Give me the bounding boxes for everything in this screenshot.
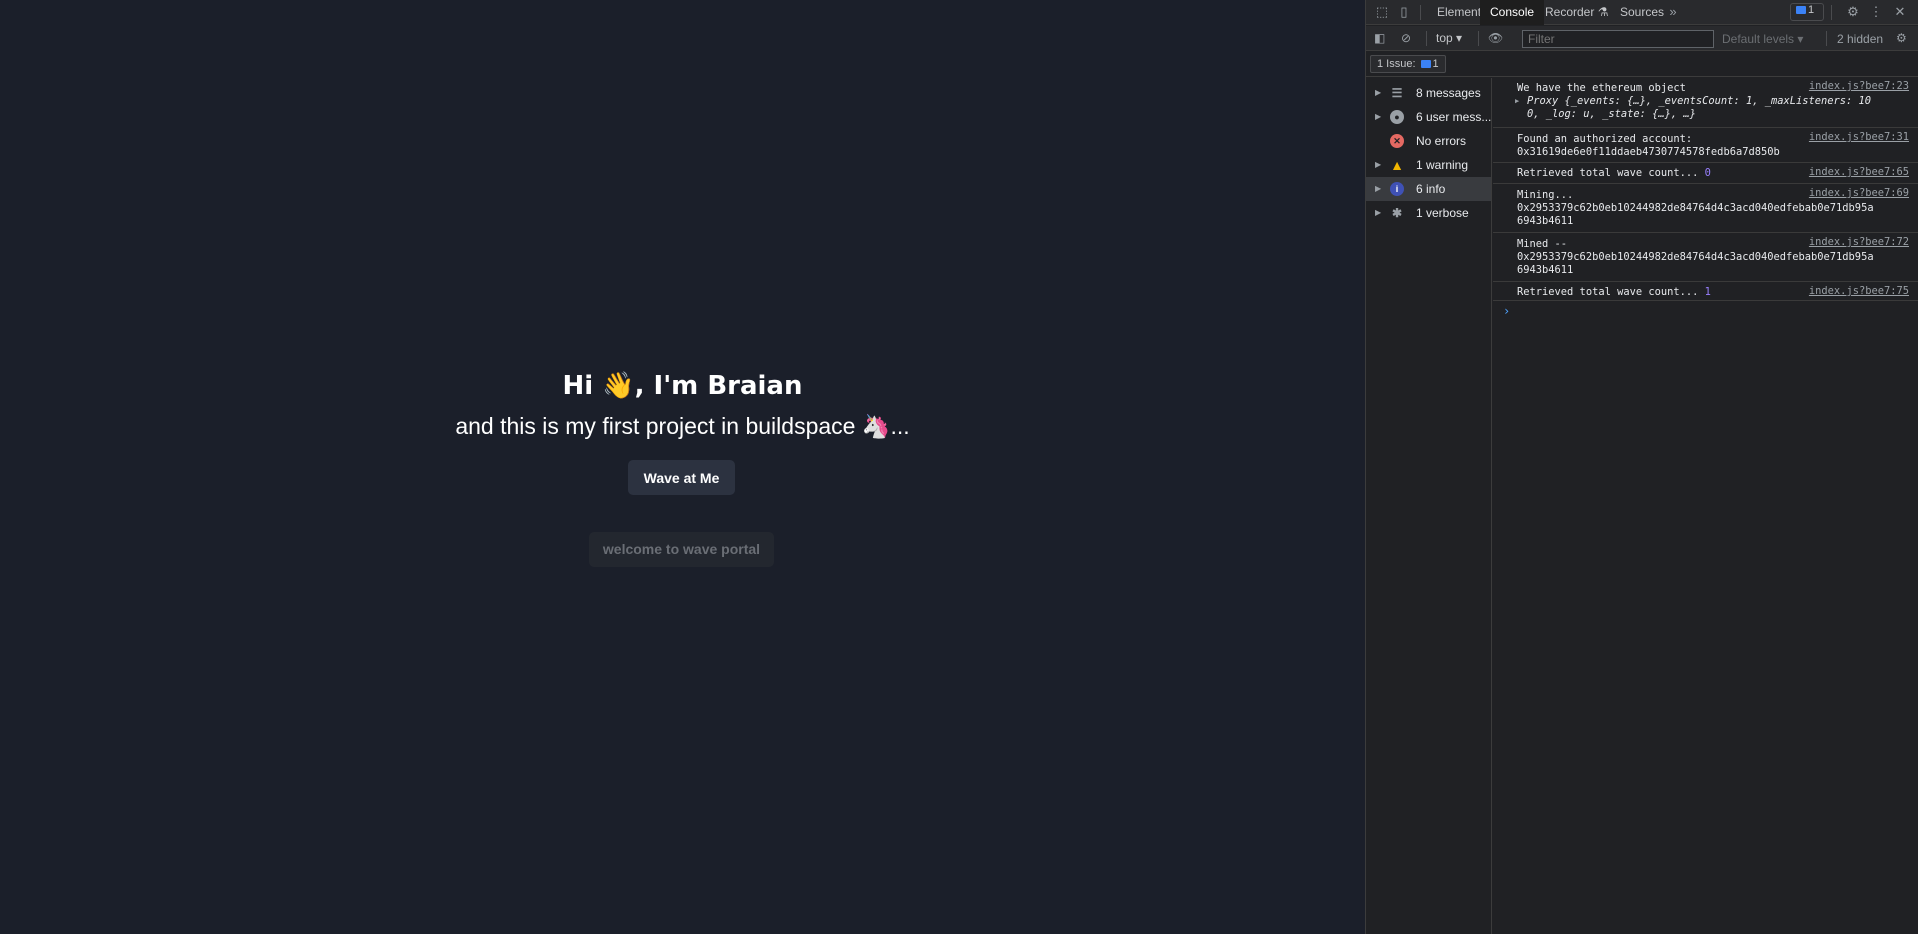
log-value: 0x31619de6e0f11ddaeb4730774578fedb6a7d85… — [1517, 146, 1780, 158]
context-label: top — [1436, 31, 1453, 45]
issues-chip-label: 1 Issue: — [1377, 58, 1416, 70]
divider — [1426, 31, 1427, 46]
caret-down-icon: ▾ — [1797, 32, 1804, 46]
sidebar-item-label: 8 messages — [1416, 86, 1481, 100]
divider — [1478, 31, 1479, 46]
web-page: Hi 👋, I'm Braian and this is my first pr… — [0, 0, 1365, 934]
log-entry: Retrieved total wave count... 1 index.js… — [1493, 283, 1918, 301]
clear-console-icon[interactable]: ⊘ — [1401, 31, 1411, 45]
warning-icon: ▲ — [1390, 157, 1404, 173]
expand-arrow-icon: ▶ — [1375, 88, 1382, 97]
log-source-link[interactable]: index.js?bee7:65 — [1809, 166, 1909, 179]
error-icon: ✕ — [1390, 134, 1404, 148]
message-icon — [1796, 6, 1806, 15]
devtools-tab-bar: ⬚ ▯ Elements Console Recorder ⚗ Sources … — [1366, 0, 1918, 25]
log-object-cont: 0, _log: u, _state: {…}, …} — [1527, 108, 1696, 120]
list-icon: ☰ — [1391, 86, 1403, 100]
sidebar-toggle-icon[interactable]: ◧ — [1374, 31, 1385, 45]
filter-input[interactable] — [1522, 30, 1714, 48]
sidebar-item-verbose[interactable]: ▶ ✱ 1 verbose — [1366, 201, 1491, 225]
user-icon: ● — [1390, 110, 1404, 124]
sidebar-item-label: 1 warning — [1416, 158, 1469, 172]
sidebar-item-user-messages[interactable]: ▶ ● 6 user mess... — [1366, 105, 1491, 129]
expand-arrow-icon: ▶ — [1375, 184, 1382, 193]
log-value: 0x2953379c62b0eb10244982de84764d4c3acd04… — [1517, 202, 1874, 214]
expand-arrow-icon: ▶ — [1375, 208, 1382, 217]
divider — [1831, 5, 1832, 20]
sidebar-item-info[interactable]: ▶ i 6 info — [1366, 177, 1491, 201]
page-title: Hi 👋, I'm Braian — [562, 371, 803, 401]
sidebar-item-label: 6 info — [1416, 182, 1446, 196]
console-toolbar: ◧ ⊘ top ▾ 👁 Default levels ▾ 2 hidden ⚙ — [1366, 26, 1918, 51]
inspect-element-icon[interactable]: ⬚ — [1374, 4, 1390, 20]
log-text: Mining... — [1517, 189, 1574, 201]
expand-triangle-icon[interactable]: ▶ — [1515, 95, 1519, 108]
issues-badge-count: 1 — [1808, 4, 1815, 16]
log-text: Mined -- — [1517, 238, 1568, 250]
tab-recorder[interactable]: Recorder ⚗ — [1535, 0, 1618, 25]
context-selector[interactable]: top ▾ — [1436, 31, 1462, 45]
log-number: 1 — [1704, 286, 1711, 298]
log-value: 0x2953379c62b0eb10244982de84764d4c3acd04… — [1517, 251, 1874, 263]
sidebar-item-label: 1 verbose — [1416, 206, 1469, 220]
log-source-link[interactable]: index.js?bee7:72 — [1809, 236, 1909, 249]
log-entry: We have the ethereum object ▶ Proxy {_ev… — [1493, 78, 1918, 128]
bug-icon: ✱ — [1391, 206, 1403, 220]
console-output: We have the ethereum object ▶ Proxy {_ev… — [1493, 78, 1918, 934]
expand-arrow-icon: ▶ — [1375, 112, 1382, 121]
close-icon[interactable]: ✕ — [1892, 4, 1908, 20]
log-source-link[interactable]: index.js?bee7:31 — [1809, 131, 1909, 144]
log-value-cont: 6943b4611 — [1517, 215, 1574, 227]
sidebar-item-label: 6 user mess... — [1416, 110, 1491, 124]
wave-button[interactable]: Wave at Me — [628, 460, 735, 495]
sidebar-item-label: No errors — [1416, 134, 1467, 148]
eye-icon[interactable]: 👁 — [1488, 31, 1503, 45]
log-source-link[interactable]: index.js?bee7:23 — [1809, 80, 1909, 93]
log-levels-dropdown[interactable]: Default levels ▾ — [1722, 32, 1803, 46]
log-text-label: Retrieved total wave count... — [1517, 167, 1705, 179]
welcome-message: welcome to wave portal — [589, 532, 774, 567]
devtools-panel: ⬚ ▯ Elements Console Recorder ⚗ Sources … — [1365, 0, 1918, 934]
hidden-count: 2 hidden — [1837, 32, 1884, 46]
caret-down-icon: ▾ — [1456, 31, 1463, 45]
log-text: Found an authorized account: — [1517, 133, 1693, 145]
flask-icon: ⚗ — [1597, 5, 1609, 19]
log-text: We have the ethereum object — [1517, 82, 1686, 94]
kebab-menu-icon[interactable]: ⋮ — [1868, 4, 1884, 20]
message-icon — [1420, 60, 1431, 69]
log-number: 0 — [1704, 167, 1711, 179]
console-prompt-icon[interactable]: › — [1503, 304, 1510, 318]
device-toolbar-icon[interactable]: ▯ — [1396, 4, 1412, 20]
console-sidebar: ▶ ☰ 8 messages ▶ ● 6 user mess... ✕ No e… — [1366, 78, 1492, 934]
sidebar-item-messages[interactable]: ▶ ☰ 8 messages — [1366, 81, 1491, 105]
sidebar-item-warnings[interactable]: ▶ ▲ 1 warning — [1366, 153, 1491, 177]
gear-icon[interactable]: ⚙ — [1845, 4, 1861, 20]
tab-recorder-label: Recorder — [1545, 5, 1595, 19]
sidebar-item-errors[interactable]: ✕ No errors — [1366, 129, 1491, 153]
expand-arrow-icon: ▶ — [1375, 160, 1382, 169]
info-icon: i — [1390, 182, 1404, 196]
issues-bar: 1 Issue: 1 — [1366, 52, 1918, 77]
log-entry: Mined -- 0x2953379c62b0eb10244982de84764… — [1493, 234, 1918, 282]
log-value-cont: 6943b4611 — [1517, 264, 1574, 276]
log-text-label: Retrieved total wave count... — [1517, 286, 1705, 298]
log-entry: Mining... 0x2953379c62b0eb10244982de8476… — [1493, 185, 1918, 233]
console-settings-icon[interactable]: ⚙ — [1896, 31, 1907, 45]
divider — [1826, 31, 1827, 46]
log-text: Retrieved total wave count... 1 — [1517, 286, 1711, 299]
divider — [1420, 5, 1421, 20]
log-entry: Retrieved total wave count... 0 index.js… — [1493, 164, 1918, 184]
more-tabs-icon[interactable]: » — [1665, 4, 1681, 20]
issues-chip[interactable]: 1 Issue: 1 — [1370, 55, 1446, 73]
log-object[interactable]: Proxy {_events: {…}, _eventsCount: 1, _m… — [1527, 95, 1871, 108]
issues-badge[interactable]: 1 — [1790, 3, 1824, 21]
log-entry: Found an authorized account: 0x31619de6e… — [1493, 129, 1918, 163]
log-text: Retrieved total wave count... 0 — [1517, 167, 1711, 180]
issues-chip-count: 1 — [1432, 58, 1439, 70]
log-levels-label: Default levels — [1722, 32, 1795, 46]
log-source-link[interactable]: index.js?bee7:69 — [1809, 187, 1909, 200]
log-source-link[interactable]: index.js?bee7:75 — [1809, 285, 1909, 298]
page-subtitle: and this is my first project in buildspa… — [455, 413, 910, 439]
